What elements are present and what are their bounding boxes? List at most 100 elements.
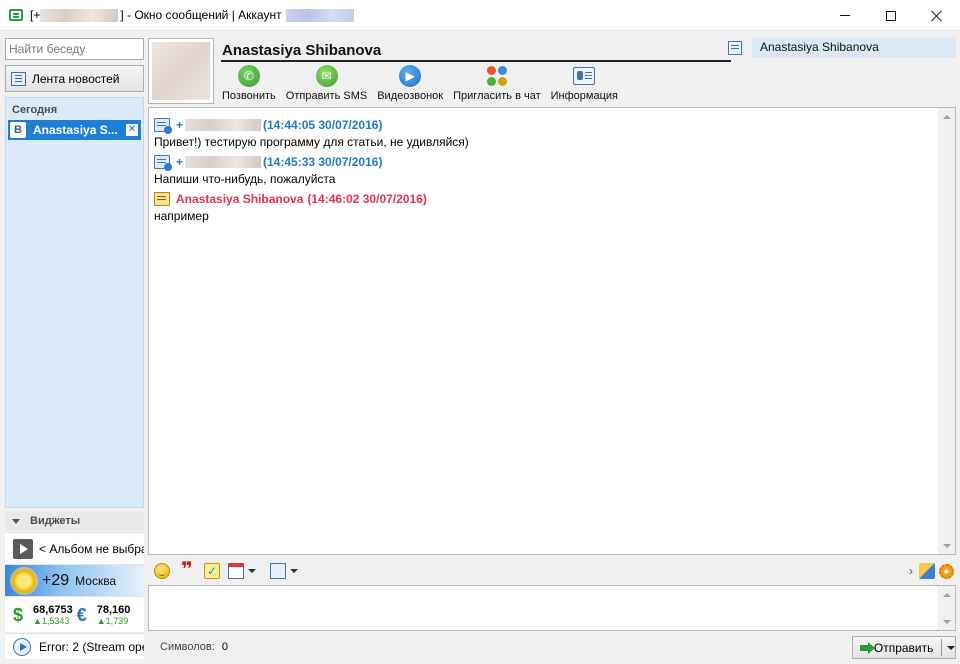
invite-to-chat-button[interactable]: Пригласить в чат <box>453 65 541 102</box>
send-label: Отправить <box>873 640 934 655</box>
char-count-value: 0 <box>221 641 228 653</box>
scroll-up-icon[interactable] <box>938 108 955 125</box>
sun-icon <box>12 568 36 593</box>
radio-widget: Error: 2 (Stream ope <box>5 633 144 659</box>
scroll-up-icon[interactable] <box>938 586 955 603</box>
scroll-down-icon[interactable] <box>938 613 955 630</box>
redacted-sender <box>185 156 262 168</box>
maximize-icon <box>886 10 896 21</box>
info-button[interactable]: Информация <box>551 65 618 102</box>
widgets-label: Виджеты <box>30 515 81 527</box>
message-header: + (14:45:33 30/07/2016) <box>154 153 934 171</box>
message-log-scrollbar[interactable] <box>938 108 955 554</box>
contact-user-icon <box>154 192 170 206</box>
app-icon <box>9 9 23 21</box>
message-header: + (14:44:05 30/07/2016) <box>154 116 934 134</box>
send-button[interactable]: Отправить <box>852 636 956 659</box>
message-time: (14:46:02 30/07/2016) <box>307 192 427 206</box>
usd-delta: ▲1,5343 <box>33 615 70 626</box>
chevron-right-icon[interactable]: › <box>909 564 913 578</box>
weather-temperature: +29 <box>42 571 70 589</box>
sidebar: Лента новостей Сегодня B Anastasiya S...… <box>4 35 144 660</box>
invite-label: Пригласить в чат <box>453 90 541 102</box>
format-brush-icon[interactable] <box>919 563 935 579</box>
music-widget: < Альбом не выбран <box>5 532 144 564</box>
own-user-icon <box>154 155 172 171</box>
send-sms-button[interactable]: ✉ Отправить SMS <box>286 65 367 102</box>
sms-icon: ✉ <box>315 65 338 87</box>
title-middle: ] - Окно сообщений | Аккаунт <box>120 8 282 22</box>
currency-widget: $ 68,6753 ▲1,5343 € 78,160 ▲1,739 <box>5 596 144 632</box>
invite-icon <box>486 65 508 87</box>
video-call-button[interactable]: ▶ Видеозвонок <box>377 65 443 102</box>
message-text: например <box>154 209 209 223</box>
widgets-header[interactable]: Виджеты <box>5 512 144 530</box>
quote-icon[interactable]: ❞ <box>178 560 196 580</box>
account-selector[interactable]: Anastasiya Shibanova <box>728 37 956 58</box>
scroll-down-icon[interactable] <box>938 537 955 554</box>
window-body: Лента новостей Сегодня B Anastasiya S...… <box>0 31 960 664</box>
template-dropdown-icon[interactable] <box>290 569 298 573</box>
composer-status: Символов: 0 Отправить <box>148 633 956 661</box>
conversation-name: Anastasiya S... <box>33 123 118 137</box>
conversation-search-input[interactable] <box>5 38 144 60</box>
calendar-icon[interactable] <box>228 563 244 579</box>
close-icon <box>931 10 943 22</box>
call-label: Позвонить <box>222 90 276 102</box>
conversation-item[interactable]: B Anastasiya S... ✕ <box>8 120 141 140</box>
checklist-icon[interactable]: ✓ <box>204 563 220 579</box>
title-bar: [+ ] - Окно сообщений | Аккаунт <box>0 0 960 31</box>
video-call-icon: ▶ <box>399 65 422 87</box>
send-arrow-icon <box>860 641 875 654</box>
message-input-scrollbar[interactable] <box>938 586 955 630</box>
newspaper-icon <box>11 71 26 86</box>
message-header: Anastasiya Shibanova (14:46:02 30/07/201… <box>154 190 934 208</box>
sms-label: Отправить SMS <box>285 90 368 102</box>
call-button[interactable]: ✆ Позвонить <box>222 65 276 102</box>
radio-play-icon[interactable] <box>13 637 31 656</box>
title-prefix: [+ <box>30 8 41 22</box>
message-sender: + <box>176 155 184 169</box>
redacted-account <box>285 8 354 22</box>
account-name: Anastasiya Shibanova <box>752 37 956 58</box>
contact-actions: ✆ Позвонить ✉ Отправить SMS ▶ Видеозвоно… <box>222 65 628 102</box>
contact-card-icon <box>728 40 742 55</box>
window-title: [+ ] - Окно сообщений | Аккаунт <box>30 8 354 22</box>
conversation-list: Сегодня B Anastasiya S... ✕ <box>5 97 144 508</box>
minimize-button[interactable] <box>822 0 868 31</box>
composer-toolbar: ❞ ✓ › <box>148 557 956 585</box>
gear-icon[interactable] <box>939 563 954 579</box>
message-sender: Anastasiya Shibanova <box>176 192 304 206</box>
usd-rate: 68,6753 <box>33 603 73 616</box>
message-time: (14:45:33 30/07/2016) <box>263 155 383 169</box>
contact-name: Anastasiya Shibanova <box>222 42 382 59</box>
header-divider <box>221 60 731 62</box>
maximize-button[interactable] <box>868 0 914 31</box>
contact-avatar[interactable] <box>148 38 214 104</box>
send-options-dropdown-icon[interactable] <box>947 645 955 650</box>
contact-header: Anastasiya Shibanova Anastasiya Shibanov… <box>148 35 956 105</box>
template-icon[interactable] <box>270 563 286 579</box>
close-conversation-icon[interactable]: ✕ <box>126 124 138 136</box>
weather-city: Москва <box>75 573 117 588</box>
message-input[interactable] <box>149 586 939 630</box>
news-feed-button[interactable]: Лента новостей <box>5 65 144 92</box>
group-label-today: Сегодня <box>12 104 58 116</box>
smiley-icon[interactable] <box>154 563 170 579</box>
redacted-phone <box>40 8 119 22</box>
message-input-box <box>148 585 956 631</box>
video-call-label: Видеозвонок <box>377 90 444 102</box>
album-text: < Альбом не выбран <box>39 541 144 556</box>
info-card-icon <box>573 67 596 85</box>
close-button[interactable] <box>914 0 960 31</box>
play-icon[interactable] <box>13 538 33 559</box>
message-text: Привет!) тестирую программу для статьи, … <box>154 135 469 149</box>
news-feed-label: Лента новостей <box>32 71 120 86</box>
calendar-dropdown-icon[interactable] <box>248 569 256 573</box>
info-label: Информация <box>550 90 618 102</box>
message-sender: + <box>176 118 184 132</box>
vk-icon: B <box>10 122 26 138</box>
message-text: Напиши что-нибудь, пожалуйста <box>154 172 336 186</box>
minimize-icon <box>840 15 850 16</box>
eur-delta: ▲1,739 <box>96 615 129 626</box>
